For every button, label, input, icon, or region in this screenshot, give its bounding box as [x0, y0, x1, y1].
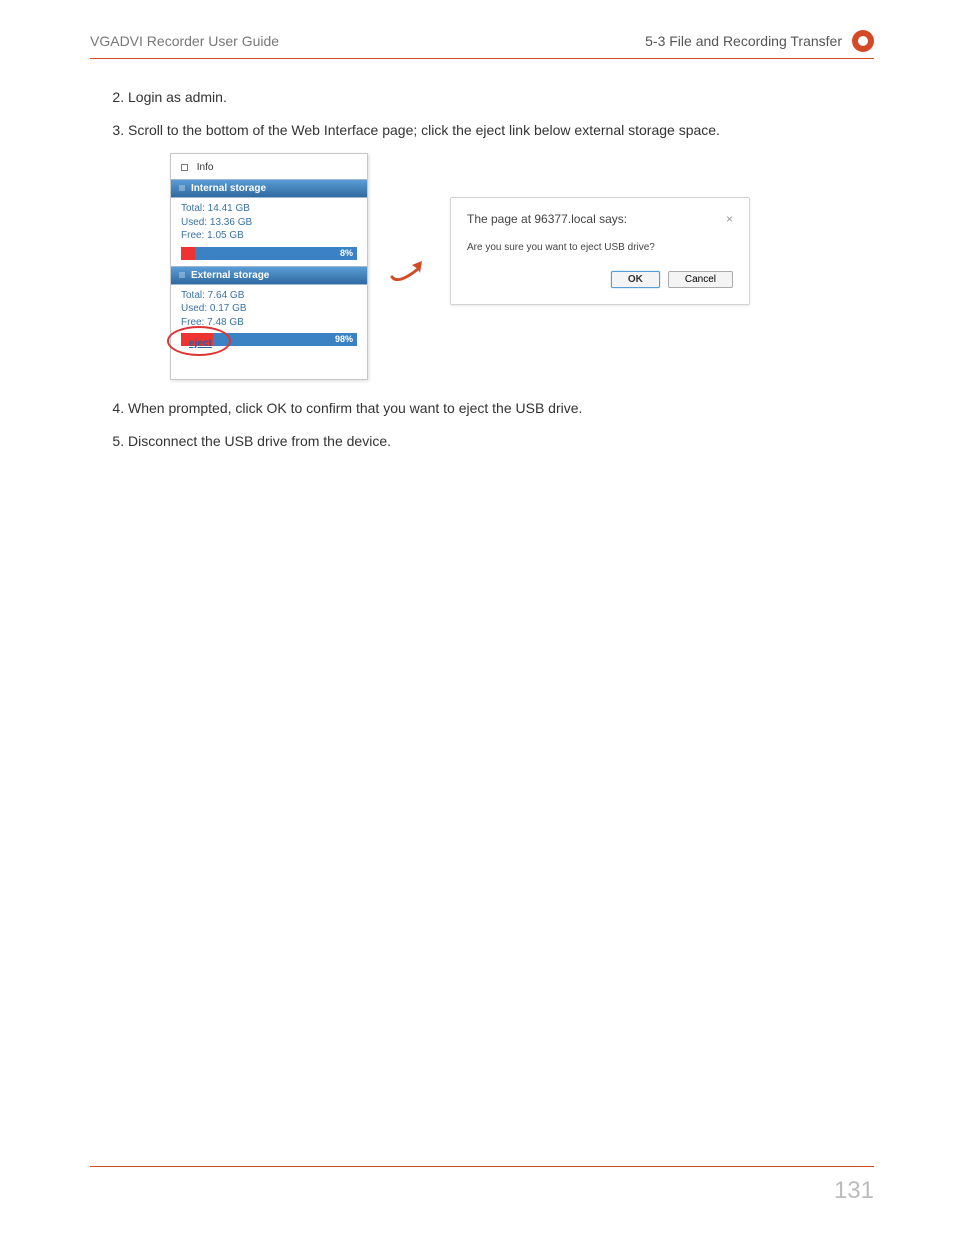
arrow-icon [388, 251, 430, 293]
header-right: 5-3 File and Recording Transfer [645, 30, 874, 52]
step-5: Disconnect the USB drive from the device… [128, 431, 874, 452]
internal-stats: Total: 14.41 GB Used: 13.36 GB Free: 1.0… [171, 198, 367, 245]
dialog-message: Are you sure you want to eject USB drive… [467, 242, 733, 253]
internal-progress-bar: 8% [181, 247, 357, 260]
internal-storage-header: Internal storage [171, 179, 367, 198]
step-3: Scroll to the bottom of the Web Interfac… [128, 120, 874, 141]
step-3-text: Scroll to the bottom of the Web Interfac… [128, 122, 720, 138]
internal-free: Free: 1.05 GB [181, 229, 357, 243]
external-used: Used: 0.17 GB [181, 302, 357, 316]
page-header: VGADVI Recorder User Guide 5-3 File and … [90, 30, 874, 59]
expand-icon [181, 164, 188, 171]
step-4: When prompted, click OK to confirm that … [128, 398, 874, 419]
annotation-oval-icon [167, 326, 231, 356]
step-4-text: When prompted, click OK to confirm that … [128, 400, 582, 416]
header-left: VGADVI Recorder User Guide [90, 33, 279, 49]
ok-button[interactable]: OK [611, 271, 660, 288]
page-number: 131 [834, 1177, 874, 1204]
external-total: Total: 7.64 GB [181, 289, 357, 303]
dialog-title-row: The page at 96377.local says: × [467, 212, 733, 226]
internal-used: Used: 13.36 GB [181, 216, 357, 230]
logo-icon [852, 30, 874, 52]
square-icon [179, 185, 185, 191]
square-icon [179, 272, 185, 278]
internal-bar-label: 8% [340, 248, 353, 258]
external-header-text: External storage [191, 270, 269, 281]
dialog-buttons: OK Cancel [467, 271, 733, 288]
external-bar-label: 98% [335, 334, 353, 344]
steps-list-cont: When prompted, click OK to confirm that … [90, 398, 874, 452]
step-2-text: Login as admin. [128, 89, 227, 105]
steps-list: Login as admin. Scroll to the bottom of … [90, 87, 874, 141]
external-stats: Total: 7.64 GB Used: 0.17 GB Free: 7.48 … [171, 285, 367, 332]
header-section-title: 5-3 File and Recording Transfer [645, 33, 842, 49]
close-icon[interactable]: × [726, 212, 733, 226]
panel-info-row: Info [171, 160, 367, 179]
confirm-dialog: The page at 96377.local says: × Are you … [450, 197, 750, 305]
internal-header-text: Internal storage [191, 183, 266, 194]
step-5-text: Disconnect the USB drive from the device… [128, 433, 391, 449]
figure-row: Info Internal storage Total: 14.41 GB Us… [170, 153, 874, 380]
internal-total: Total: 14.41 GB [181, 202, 357, 216]
storage-panel: Info Internal storage Total: 14.41 GB Us… [170, 153, 368, 380]
content-area: Login as admin. Scroll to the bottom of … [90, 87, 874, 1166]
page-footer: 131 [90, 1166, 874, 1205]
external-storage-header: External storage [171, 266, 367, 285]
cancel-button[interactable]: Cancel [668, 271, 733, 288]
step-2: Login as admin. [128, 87, 874, 108]
dialog-title: The page at 96377.local says: [467, 212, 627, 226]
info-label: Info [197, 162, 214, 173]
internal-fill [181, 247, 195, 260]
